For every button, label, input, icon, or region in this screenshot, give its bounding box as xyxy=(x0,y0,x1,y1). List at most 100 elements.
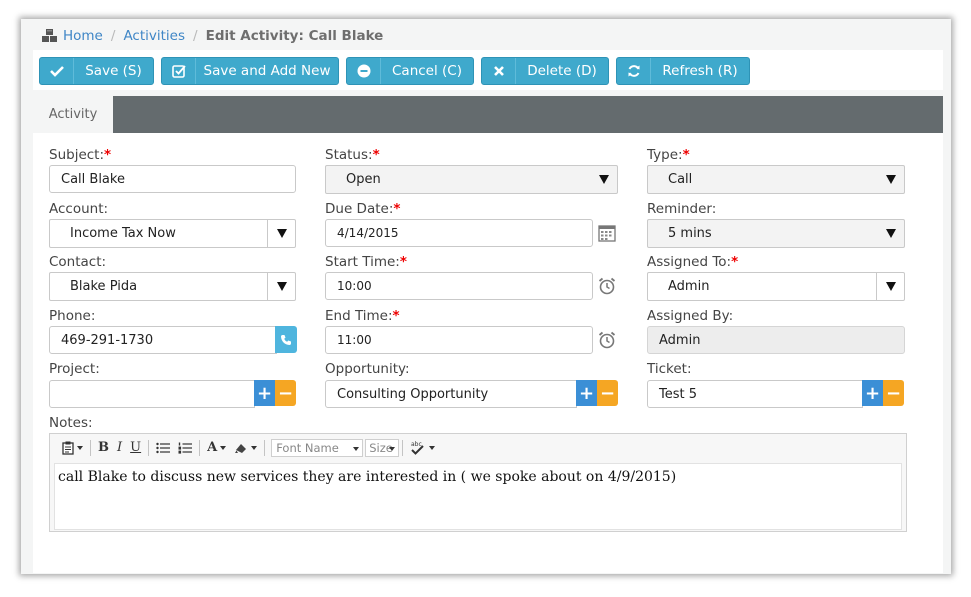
chevron-down-icon xyxy=(220,445,227,450)
phone-icon xyxy=(281,334,291,345)
checkbox-icon xyxy=(162,58,196,84)
delete-button[interactable]: Delete (D) xyxy=(481,57,609,85)
font-size-select[interactable]: Size xyxy=(365,438,400,457)
cancel-button[interactable]: Cancel (C) xyxy=(346,57,474,85)
font-name-select[interactable]: Font Name xyxy=(271,438,364,457)
toolbar-divider xyxy=(199,439,201,456)
spellcheck-icon: abc xyxy=(411,441,424,455)
save-button-label: Save (S) xyxy=(85,63,142,79)
due-date-input[interactable]: 4/14/2015 xyxy=(325,219,593,247)
chevron-down-icon xyxy=(599,175,609,184)
numbered-list-button[interactable] xyxy=(174,438,196,458)
save-button[interactable]: Save (S) xyxy=(39,57,154,85)
spellcheck-button[interactable]: abc xyxy=(406,438,439,458)
action-toolbar: Save (S) Save and Add New Cancel (C) Del… xyxy=(33,50,943,90)
opportunity-input[interactable]: Consulting Opportunity xyxy=(325,380,577,408)
chevron-down-icon xyxy=(886,229,896,238)
subject-input[interactable]: Call Blake xyxy=(49,165,296,193)
ticket-input[interactable]: Test 5 xyxy=(647,380,863,408)
status-value: Open xyxy=(346,172,381,187)
account-combobox[interactable]: Income Tax Now xyxy=(49,219,296,248)
project-input[interactable] xyxy=(49,380,255,408)
status-select[interactable]: Open xyxy=(325,165,618,194)
project-add-button[interactable]: + xyxy=(254,380,275,406)
refresh-button[interactable]: Refresh (R) xyxy=(616,57,750,85)
chevron-down-icon xyxy=(429,445,436,450)
svg-text:abc: abc xyxy=(411,441,422,448)
contact-combobox[interactable]: Blake Pida xyxy=(49,272,296,301)
phone-input[interactable]: 469-291-1730 xyxy=(49,326,277,354)
breadcrumb: Home / Activities / Edit Activity: Call … xyxy=(41,27,383,45)
bulleted-list-button[interactable] xyxy=(152,438,174,458)
cancel-button-label: Cancel (C) xyxy=(392,63,462,79)
notes-editor: B I U A Font Name Size abc call Blake to… xyxy=(49,433,907,532)
combobox-divider xyxy=(876,273,877,300)
combobox-divider xyxy=(267,220,268,247)
end-time-input[interactable]: 11:00 xyxy=(325,326,593,354)
breadcrumb-separator: / xyxy=(110,28,116,44)
font-color-button[interactable]: A xyxy=(203,438,230,458)
assigned-to-combobox[interactable]: Admin xyxy=(647,272,905,301)
type-select[interactable]: Call xyxy=(647,165,905,194)
due-date-label: Due Date:* xyxy=(325,201,401,217)
cubes-home-icon xyxy=(42,29,57,42)
combobox-divider xyxy=(267,273,268,300)
breadcrumb-separator: / xyxy=(193,28,198,44)
highlight-button[interactable] xyxy=(230,438,261,458)
ticket-label: Ticket: xyxy=(647,361,692,377)
chevron-down-icon xyxy=(277,229,287,238)
reminder-select[interactable]: 5 mins xyxy=(647,219,905,248)
phone-call-button[interactable] xyxy=(275,326,297,353)
opportunity-remove-button[interactable]: − xyxy=(597,380,618,406)
tab-bar: Activity xyxy=(33,96,943,133)
editor-toolbar: B I U A Font Name Size abc xyxy=(50,434,906,461)
delete-button-label: Delete (D) xyxy=(527,63,597,79)
ticket-remove-button[interactable]: − xyxy=(883,380,904,406)
minus-circle-icon xyxy=(347,58,381,84)
alarm-clock-icon[interactable] xyxy=(597,276,617,296)
highlighter-icon xyxy=(235,443,247,453)
paste-button[interactable] xyxy=(58,438,87,458)
calendar-icon[interactable] xyxy=(597,223,617,243)
assigned-by-label: Assigned By: xyxy=(647,308,734,324)
font-name-placeholder: Font Name xyxy=(276,440,339,455)
chevron-down-icon xyxy=(886,282,896,291)
save-and-add-new-button[interactable]: Save and Add New xyxy=(161,57,339,85)
notes-textarea[interactable]: call Blake to discuss new services they … xyxy=(54,463,902,530)
start-time-input[interactable]: 10:00 xyxy=(325,272,593,300)
ticket-add-button[interactable]: + xyxy=(862,380,883,406)
assigned-to-value: Admin xyxy=(668,279,710,294)
chevron-down-icon xyxy=(389,446,396,451)
subject-label: Subject:* xyxy=(49,147,112,163)
type-value: Call xyxy=(668,172,693,187)
toolbar-divider xyxy=(402,439,404,456)
refresh-button-label: Refresh (R) xyxy=(662,63,738,79)
bold-button[interactable]: B xyxy=(94,438,113,458)
chevron-down-icon xyxy=(251,445,258,450)
page-title: Edit Activity: Call Blake xyxy=(205,28,384,44)
toolbar-divider xyxy=(264,439,266,456)
assigned-to-label: Assigned To:* xyxy=(647,254,739,270)
start-time-label: Start Time:* xyxy=(325,254,407,270)
assigned-by-field: Admin xyxy=(647,326,905,354)
project-remove-button[interactable]: − xyxy=(275,380,296,406)
close-icon xyxy=(482,58,516,84)
tab-activity[interactable]: Activity xyxy=(33,96,113,133)
type-label: Type:* xyxy=(647,147,690,163)
end-time-label: End Time:* xyxy=(325,308,400,324)
underline-button[interactable]: U xyxy=(126,438,145,458)
clipboard-icon xyxy=(62,441,74,455)
opportunity-add-button[interactable]: + xyxy=(576,380,597,406)
alarm-clock-icon[interactable] xyxy=(597,330,617,350)
italic-button[interactable]: I xyxy=(113,438,126,458)
font-color-glyph: A xyxy=(207,440,218,455)
breadcrumb-activities-link[interactable]: Activities xyxy=(123,28,185,44)
chevron-down-icon xyxy=(886,175,896,184)
chevron-down-icon xyxy=(77,445,83,450)
activity-form: Subject:* Call Blake Status:* Open Type:… xyxy=(33,133,943,573)
opportunity-label: Opportunity: xyxy=(325,361,410,377)
contact-value: Blake Pida xyxy=(70,279,138,294)
breadcrumb-home-link[interactable]: Home xyxy=(63,28,103,44)
account-value: Income Tax Now xyxy=(70,226,176,241)
reminder-label: Reminder: xyxy=(647,201,717,217)
